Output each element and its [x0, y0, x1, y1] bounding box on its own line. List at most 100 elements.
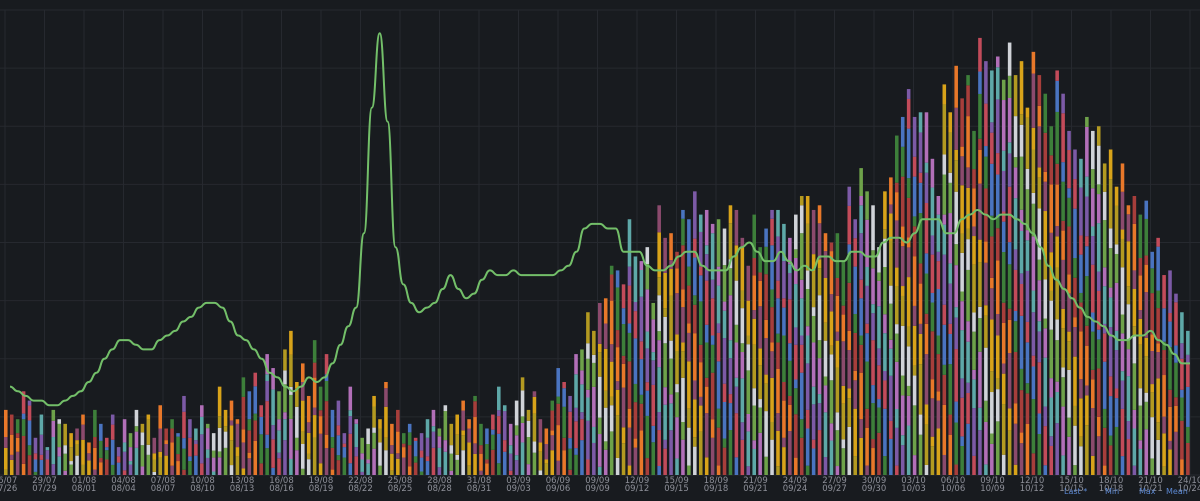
- bar-segment: [419, 457, 424, 472]
- bar-segment: [799, 279, 804, 299]
- bar-segment: [645, 289, 650, 332]
- bar-segment: [633, 256, 638, 302]
- bar-segment: [817, 403, 822, 431]
- bar-segment: [229, 420, 234, 426]
- bar-segment: [603, 441, 608, 450]
- bar-segment: [960, 233, 964, 253]
- bar-segment: [164, 444, 168, 456]
- bar-segment: [627, 361, 632, 409]
- bar-segment: [752, 310, 756, 319]
- bar-segment: [1055, 423, 1059, 475]
- bar-segment: [966, 382, 970, 393]
- bar-segment: [823, 322, 828, 341]
- bar-segment: [681, 307, 685, 343]
- bar-segment: [722, 338, 727, 384]
- x-tick-label-bottom: 08/22: [348, 484, 373, 494]
- bar-segment: [182, 469, 186, 475]
- bar-segment: [972, 188, 976, 227]
- bar-segment: [681, 342, 685, 352]
- bar-segment: [550, 450, 555, 475]
- bar-segment: [223, 426, 228, 432]
- bar-segment: [954, 191, 958, 245]
- bar-segment: [176, 454, 180, 462]
- bar-segment: [883, 456, 887, 475]
- bar-segment: [764, 411, 768, 457]
- bar-segment: [1126, 214, 1131, 242]
- legend-header-mean[interactable]: Mean: [1166, 487, 1188, 496]
- bar-segment: [502, 440, 507, 452]
- bar-segment: [942, 154, 947, 175]
- bar-segment: [205, 457, 210, 475]
- bar-segment: [877, 306, 881, 349]
- bar-segment: [859, 168, 863, 196]
- bar-segment: [229, 400, 234, 421]
- bar-segment: [253, 420, 258, 441]
- bar-segment: [407, 423, 412, 433]
- bar-segment: [1061, 377, 1065, 407]
- bar-segment: [253, 372, 258, 387]
- bar-segment: [918, 364, 923, 415]
- bar-segment: [1061, 406, 1065, 456]
- bar-segment: [152, 453, 157, 460]
- legend-header-last[interactable]: Last *: [1064, 487, 1087, 496]
- bar-segment: [1001, 150, 1006, 171]
- bar-segment: [247, 430, 252, 453]
- bar-segment: [1120, 314, 1125, 334]
- legend-header-max[interactable]: Max: [1139, 487, 1156, 496]
- bar-segment: [930, 235, 935, 255]
- bar-segment: [27, 420, 32, 446]
- bar-segment: [1043, 279, 1048, 319]
- legend-header-min[interactable]: Min: [1105, 487, 1119, 496]
- bar-segment: [407, 445, 412, 467]
- bar-segment: [621, 355, 626, 364]
- bar-segment: [247, 452, 252, 459]
- bar-segment: [158, 451, 162, 458]
- bar-segment: [562, 450, 566, 475]
- x-tick-label-bottom: 10/12: [1020, 484, 1045, 494]
- bar-segment: [966, 269, 970, 322]
- bar-segment: [639, 359, 644, 395]
- bar-segment: [1114, 350, 1119, 389]
- bar-segment: [526, 420, 531, 438]
- bar-segment: [491, 434, 495, 450]
- bar-segment: [396, 458, 400, 475]
- bar-segment: [550, 400, 555, 411]
- bar-segment: [823, 233, 828, 252]
- bar-segment: [1108, 287, 1113, 298]
- bar-segment: [740, 246, 745, 291]
- bar-segment: [805, 270, 810, 289]
- bar-segment: [170, 419, 174, 429]
- bar-segment: [1037, 75, 1042, 106]
- bar-segment: [710, 437, 715, 475]
- bar-segment: [853, 219, 857, 239]
- bar-segment: [966, 341, 970, 383]
- bar-segment: [526, 437, 531, 465]
- bar-segment: [716, 465, 721, 475]
- bar-segment: [817, 340, 822, 359]
- bar-segment: [1073, 425, 1077, 466]
- bar-segment: [841, 305, 846, 315]
- bar-segment: [728, 223, 733, 260]
- bar-segment: [871, 313, 875, 341]
- bar-segment: [693, 191, 697, 239]
- bar-segment: [829, 242, 834, 252]
- bar-segment: [33, 437, 38, 454]
- bar-segment: [532, 441, 537, 453]
- bar-segment: [1162, 308, 1166, 342]
- bar-segment: [140, 445, 145, 467]
- bar-segment: [1150, 392, 1154, 418]
- bar-segment: [942, 374, 947, 405]
- bar-segment: [817, 295, 822, 341]
- bar-segment: [514, 435, 519, 456]
- bar-segment: [520, 416, 525, 423]
- bar-segment: [960, 301, 964, 331]
- x-tick-label-bottom: 09/09: [585, 484, 610, 494]
- bar-segment: [924, 313, 929, 324]
- bar-segment: [645, 247, 650, 265]
- bar-segment: [9, 414, 14, 435]
- bar-segment: [116, 462, 121, 475]
- bar-segment: [140, 466, 145, 475]
- bar-segment: [526, 464, 531, 475]
- bar-segment: [960, 397, 964, 437]
- bar-segment: [639, 270, 644, 297]
